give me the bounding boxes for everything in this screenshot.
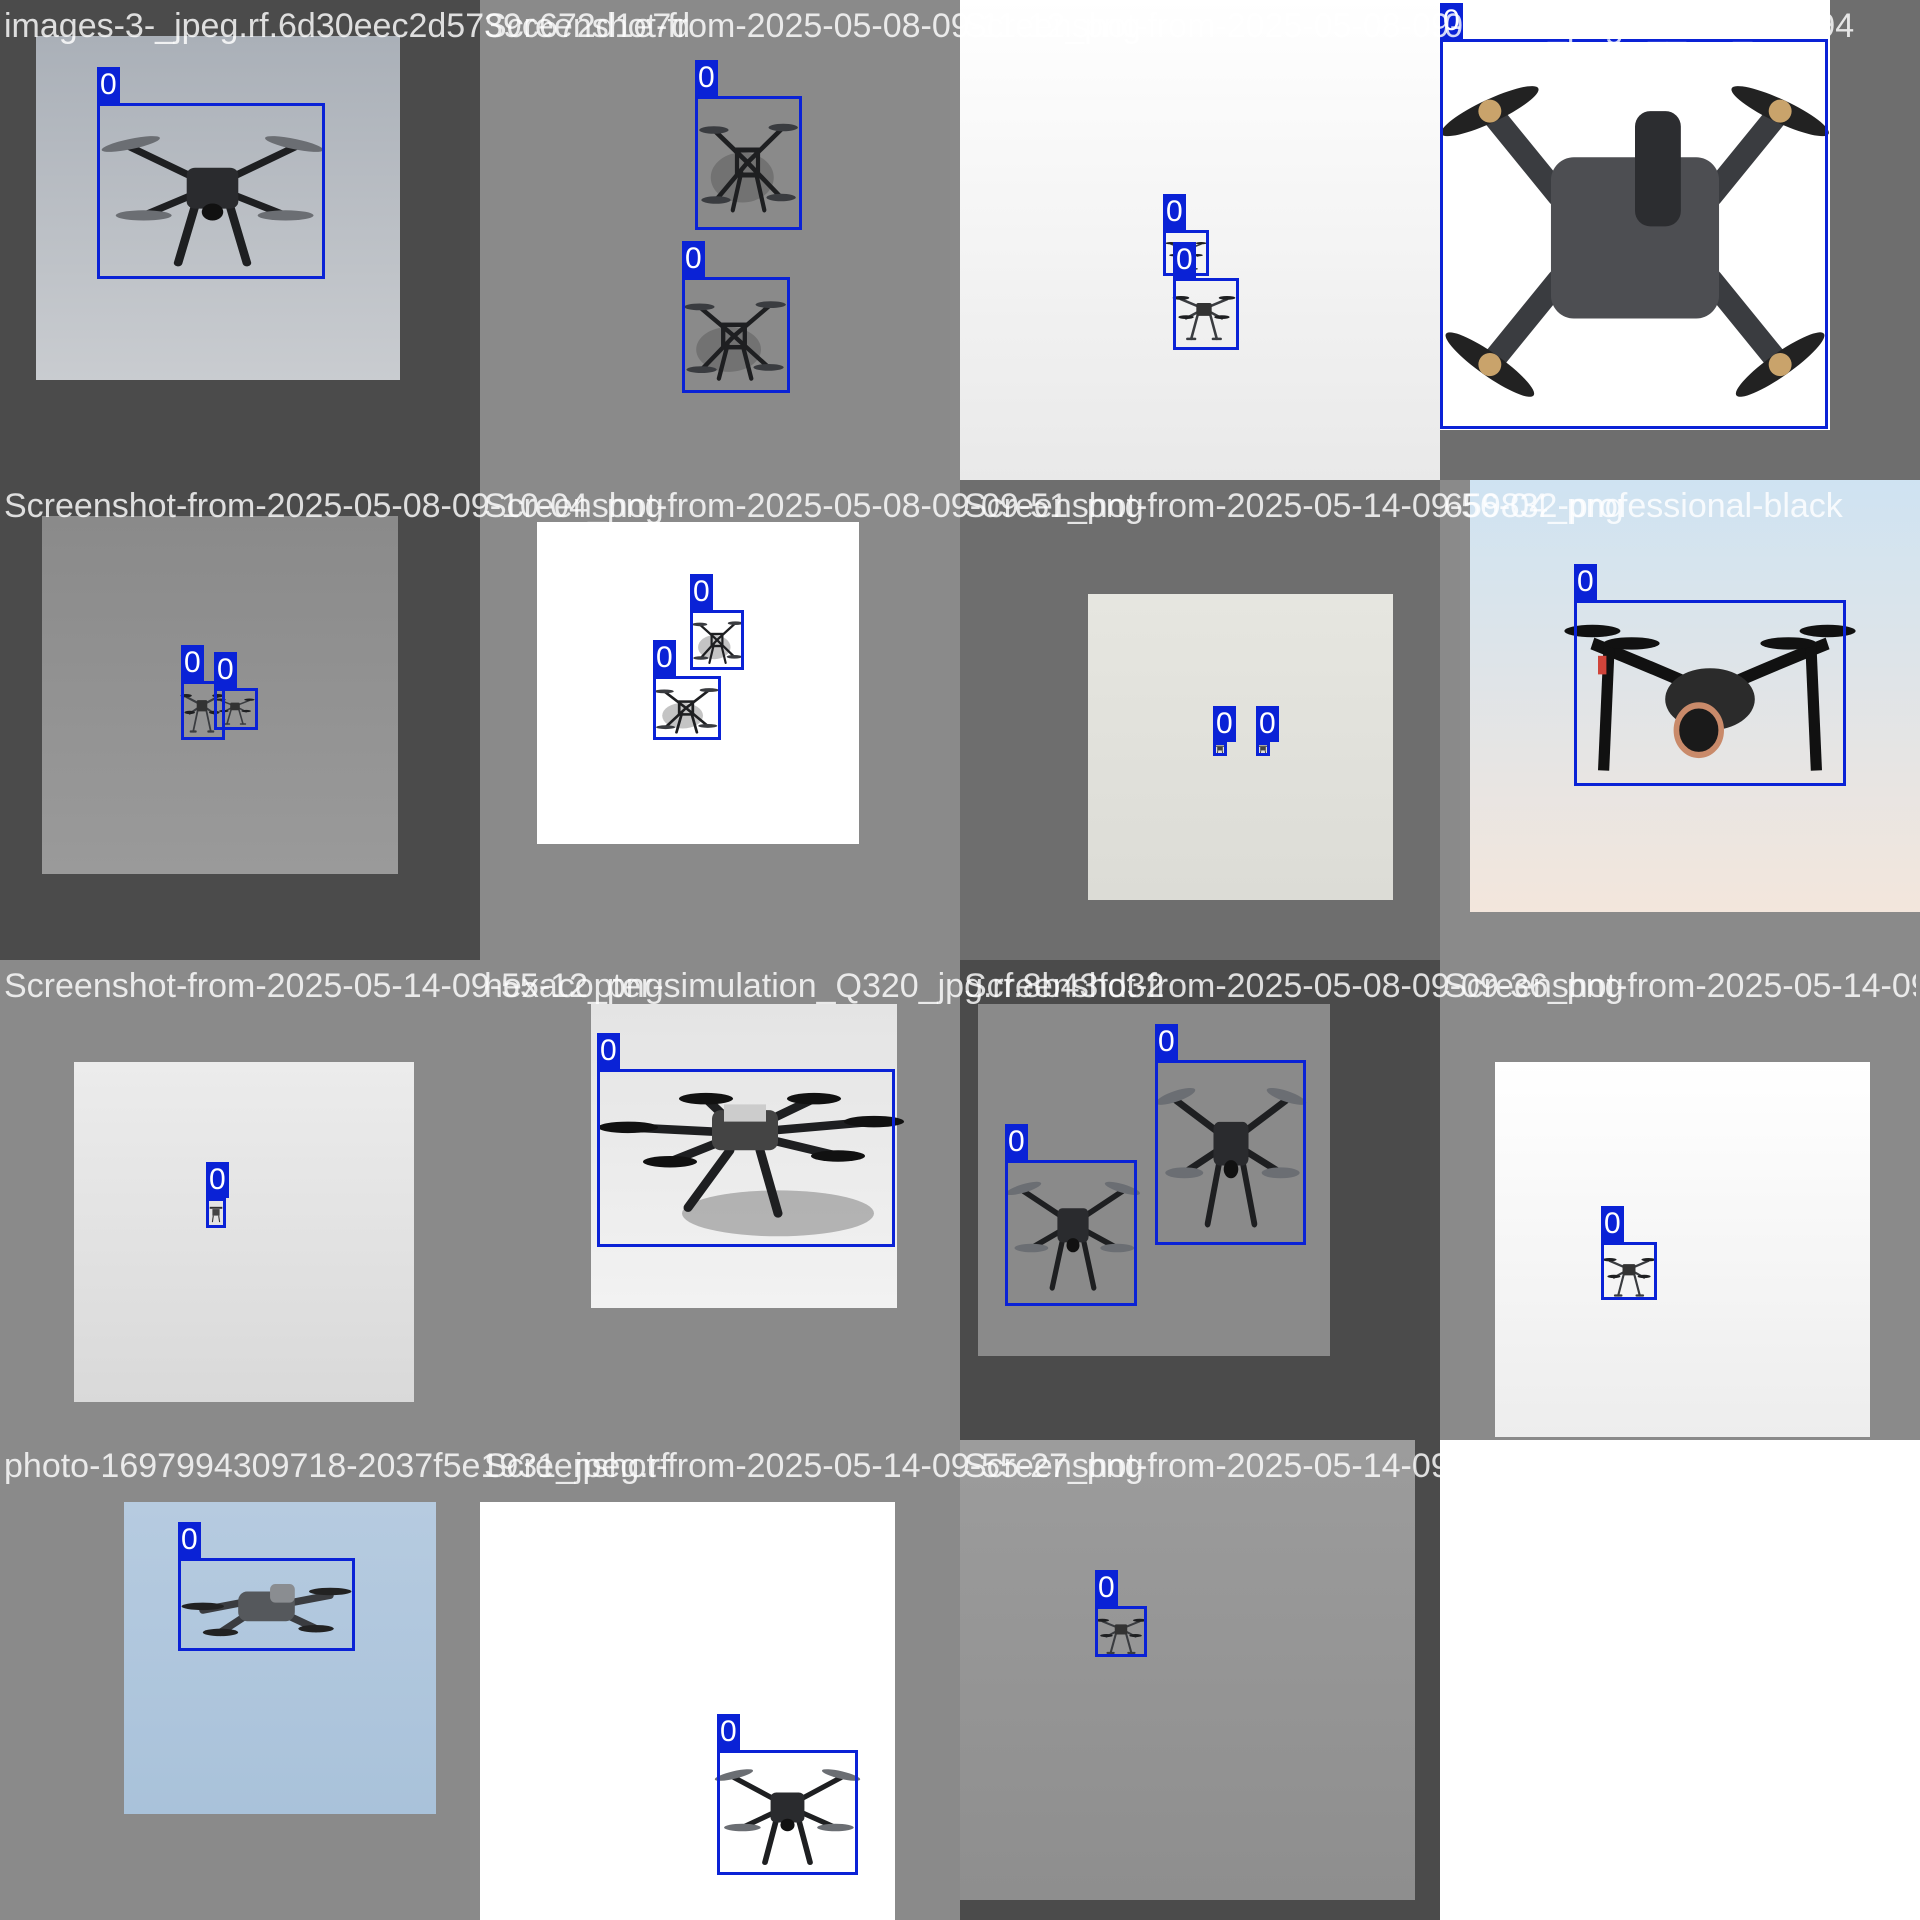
class-label: 0 bbox=[597, 1033, 620, 1069]
detection-box bbox=[695, 96, 802, 230]
class-label: 0 bbox=[1601, 1206, 1624, 1242]
detection-box bbox=[1256, 742, 1270, 756]
image-tile: 0 bbox=[960, 1440, 1440, 1920]
class-label: 0 bbox=[695, 60, 718, 96]
class-label: 0 bbox=[1173, 242, 1196, 278]
photo-region bbox=[74, 1062, 414, 1402]
detection-box bbox=[1440, 39, 1828, 429]
class-label: 0 bbox=[1163, 194, 1186, 230]
class-label: 0 bbox=[653, 640, 676, 676]
detection-box bbox=[1155, 1060, 1306, 1245]
class-label: 0 bbox=[1213, 706, 1236, 742]
image-tile: 0 bbox=[480, 1440, 960, 1920]
image-tile: 00 bbox=[0, 480, 480, 960]
photo-region bbox=[480, 0, 960, 480]
class-label: 0 bbox=[178, 1522, 201, 1558]
detection-box bbox=[717, 1750, 858, 1875]
class-label: 0 bbox=[690, 574, 713, 610]
detection-box bbox=[178, 1558, 355, 1651]
photo-region bbox=[124, 1502, 436, 1814]
class-label: 0 bbox=[1440, 3, 1463, 39]
detection-box bbox=[206, 1198, 226, 1228]
class-label: 0 bbox=[206, 1162, 229, 1198]
class-label: 0 bbox=[1574, 564, 1597, 600]
photo-region bbox=[1495, 1062, 1870, 1437]
detection-box bbox=[597, 1069, 895, 1247]
detection-box bbox=[1574, 600, 1846, 786]
detection-box bbox=[181, 681, 225, 740]
detection-box bbox=[1173, 278, 1239, 350]
image-tile: 00 bbox=[480, 480, 960, 960]
image-tile: 0 bbox=[0, 0, 480, 480]
photo-region bbox=[1088, 594, 1393, 900]
class-label: 0 bbox=[181, 645, 204, 681]
detection-box bbox=[682, 277, 790, 393]
detection-box bbox=[1601, 1242, 1657, 1300]
detection-box bbox=[1213, 742, 1227, 756]
class-label: 0 bbox=[97, 67, 120, 103]
image-tile: 00 bbox=[480, 0, 960, 480]
image-tile: 0 bbox=[0, 1440, 480, 1920]
class-label: 0 bbox=[1155, 1024, 1178, 1060]
detection-box bbox=[97, 103, 325, 279]
class-label: 0 bbox=[717, 1714, 740, 1750]
detection-box bbox=[1095, 1606, 1147, 1657]
image-tile: 0 bbox=[480, 960, 960, 1440]
detection-box bbox=[653, 676, 721, 740]
image-tile: 00 bbox=[960, 0, 1440, 480]
image-tile: 0 bbox=[1440, 0, 1920, 480]
image-tile: 0 bbox=[0, 960, 480, 1440]
image-tile: 0 bbox=[1440, 480, 1920, 960]
class-label: 0 bbox=[682, 241, 705, 277]
detection-box bbox=[1005, 1160, 1137, 1306]
class-label: 0 bbox=[1005, 1124, 1028, 1160]
photo-region bbox=[960, 1440, 1415, 1900]
image-tile: 00 bbox=[960, 960, 1440, 1440]
class-label: 0 bbox=[1095, 1570, 1118, 1606]
class-label: 0 bbox=[1256, 706, 1279, 742]
image-tile: 00 bbox=[960, 480, 1440, 960]
detection-box bbox=[690, 610, 744, 670]
image-tile: 0 bbox=[1440, 960, 1920, 1440]
